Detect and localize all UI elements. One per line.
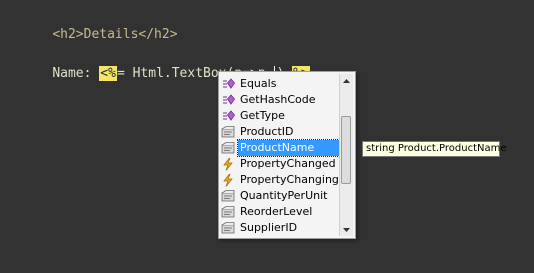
method-icon <box>221 109 235 123</box>
event-icon <box>221 173 235 187</box>
completion-item-label: GetHashCode <box>240 93 316 106</box>
completion-item[interactable]: QuantityPerUnit <box>221 188 339 204</box>
scroll-down-button[interactable] <box>340 223 353 236</box>
completion-item-label: PropertyChanged <box>240 157 336 170</box>
completion-item[interactable]: ProductID <box>221 124 339 140</box>
event-icon <box>221 157 235 171</box>
scroll-up-button[interactable] <box>340 74 353 87</box>
property-icon <box>221 205 235 219</box>
completion-item-label: ProductID <box>240 125 294 138</box>
method-icon <box>221 93 235 107</box>
completion-item-label: PropertyChanging <box>240 173 339 186</box>
arrow-up-icon <box>343 78 350 83</box>
textbox-expression: = Html.TextBox( <box>116 66 235 81</box>
completion-item[interactable]: SupplierID <box>221 220 339 236</box>
completion-item[interactable]: ProductName <box>221 139 340 157</box>
completion-items: Equals GetHashCode GetType ProductID Product… <box>221 76 340 236</box>
member-tooltip: string Product.ProductName <box>362 141 507 157</box>
arrow-down-icon <box>343 227 350 232</box>
property-icon <box>221 125 235 139</box>
intellisense-completion-list[interactable]: Equals GetHashCode GetType ProductID Product… <box>218 71 356 239</box>
name-label-text: Name: <box>52 66 100 81</box>
completion-item-label: ProductName <box>237 139 340 157</box>
completion-item-label: QuantityPerUnit <box>240 189 328 202</box>
completion-item-label: GetType <box>240 109 285 122</box>
completion-item[interactable]: Equals <box>221 76 339 92</box>
completion-item[interactable]: PropertyChanged <box>221 156 339 172</box>
open-server-delimiter: <% <box>99 66 117 81</box>
completion-item[interactable]: GetType <box>221 108 339 124</box>
completion-item[interactable]: PropertyChanging <box>221 172 339 188</box>
property-icon <box>221 189 235 203</box>
method-icon <box>221 77 235 91</box>
completion-item-label: SupplierID <box>240 221 298 234</box>
completion-item[interactable]: ReorderLevel <box>221 204 339 220</box>
code-line-heading: <h2>Details</h2> <box>21 11 177 42</box>
property-icon <box>221 221 235 235</box>
property-icon <box>221 141 235 155</box>
code-line-name: Name: <%= Html.TextBox(p=>p.) %> <box>21 50 310 81</box>
scrollbar-thumb[interactable] <box>341 116 351 184</box>
completion-item-label: Equals <box>240 77 277 90</box>
heading-markup: <h2>Details</h2> <box>52 27 178 42</box>
completion-item[interactable]: GetHashCode <box>221 92 339 108</box>
completion-scrollbar[interactable] <box>339 74 353 236</box>
completion-item-label: ReorderLevel <box>240 205 313 218</box>
